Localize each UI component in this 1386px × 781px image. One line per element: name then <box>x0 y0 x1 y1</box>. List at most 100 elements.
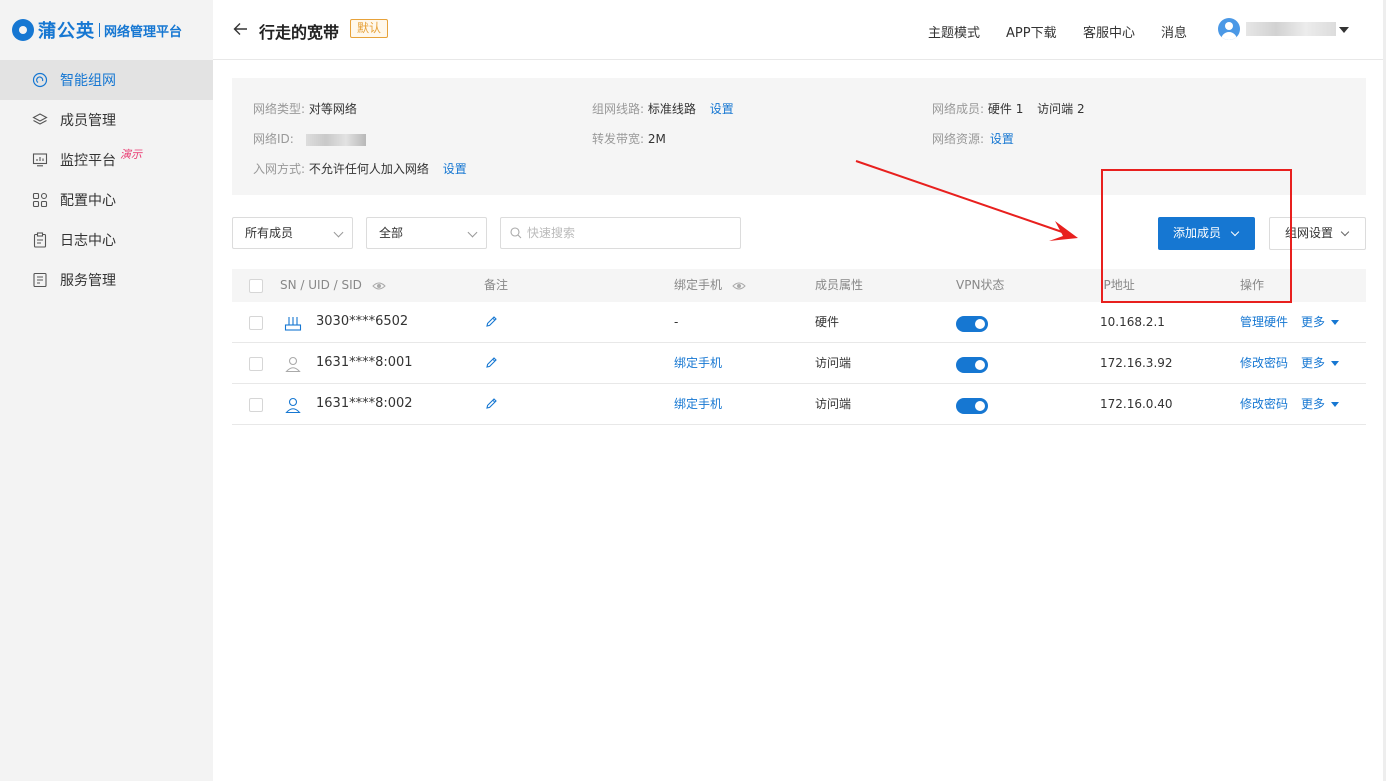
col-attr: 成员属性 <box>815 278 864 292</box>
change-password-link[interactable]: 修改密码 <box>1240 343 1288 383</box>
router-icon <box>284 317 302 331</box>
row-checkbox[interactable] <box>249 398 263 412</box>
route-settings-link[interactable]: 设置 <box>710 102 734 116</box>
network-id: 网络ID: <box>253 130 366 147</box>
username-redacted[interactable] <box>1246 22 1336 36</box>
eye-icon[interactable] <box>372 281 386 291</box>
col-note: 备注 <box>484 278 509 292</box>
sidebar-item-label: 配置中心 <box>60 193 116 209</box>
network-type: 网络类型: 对等网络 <box>253 102 357 116</box>
sidebar-item-label: 监控平台 <box>60 153 116 169</box>
user-blue-icon <box>285 397 301 414</box>
edit-note-icon[interactable] <box>485 397 498 410</box>
sidebar-item-monitor[interactable]: 监控平台 演示 <box>0 140 213 180</box>
sidebar-item-members[interactable]: 成员管理 <box>0 100 213 140</box>
member-ip: 172.16.3.92 <box>1100 356 1173 370</box>
sidebar-item-label: 智能组网 <box>60 73 116 89</box>
col-sn: SN / UID / SID <box>280 269 386 302</box>
member-sn: 3030****6502 <box>316 314 409 329</box>
user-gray-icon <box>285 356 301 373</box>
table-row: 1631****8:002 绑定手机 访问端 172.16.0.40 修改密码 … <box>232 384 1366 425</box>
search-input[interactable] <box>527 224 727 242</box>
grid-icon <box>32 192 48 208</box>
row-checkbox[interactable] <box>249 316 263 330</box>
member-phone: - <box>674 315 679 329</box>
sidebar-nav: 智能组网 成员管理 监控平台 演示 配置中心 日志中心 服务管理 <box>0 60 213 300</box>
join-settings-link[interactable]: 设置 <box>443 162 467 176</box>
chevron-down-icon <box>333 227 344 238</box>
change-password-link[interactable]: 修改密码 <box>1240 384 1288 424</box>
vpn-toggle[interactable] <box>956 357 988 373</box>
network-resources: 网络资源: 设置 <box>932 132 1014 146</box>
resources-settings-link[interactable]: 设置 <box>990 132 1014 146</box>
member-sn: 1631****8:001 <box>316 355 413 370</box>
table-row: 1631****8:001 绑定手机 访问端 172.16.3.92 修改密码 … <box>232 343 1366 384</box>
network-route: 组网线路: 标准线路 设置 <box>592 102 734 116</box>
member-filter-select[interactable]: 所有成员 <box>232 217 353 249</box>
search-icon <box>510 227 522 239</box>
caret-down-icon <box>1331 320 1340 325</box>
manage-hardware-link[interactable]: 管理硬件 <box>1240 302 1288 342</box>
eye-icon[interactable] <box>732 281 746 291</box>
bind-phone-link[interactable]: 绑定手机 <box>674 384 722 424</box>
search-box[interactable] <box>500 217 741 249</box>
forward-bandwidth: 转发带宽: 2M <box>592 132 666 146</box>
vpn-toggle[interactable] <box>956 316 988 332</box>
theme-mode-link[interactable]: 主题模式 <box>928 22 980 41</box>
annotation-highlight-box <box>1101 169 1292 303</box>
dandelion-logo-icon <box>12 19 34 41</box>
messages-link[interactable]: 消息 <box>1161 22 1187 41</box>
join-method: 入网方式: 不允许任何人加入网络 设置 <box>253 162 467 176</box>
member-ip: 10.168.2.1 <box>1100 315 1165 329</box>
edit-note-icon[interactable] <box>485 315 498 328</box>
more-menu[interactable]: 更多 <box>1301 302 1340 342</box>
avatar[interactable] <box>1218 18 1240 40</box>
sidebar-item-services[interactable]: 服务管理 <box>0 260 213 300</box>
clipboard-icon <box>32 232 48 248</box>
caret-down-icon <box>1331 402 1340 407</box>
member-attr: 访问端 <box>815 356 852 370</box>
sidebar-item-label: 服务管理 <box>60 273 116 289</box>
member-attr: 硬件 <box>815 315 840 329</box>
document-icon <box>32 272 48 288</box>
header: 行走的宽带 默认 主题模式 APP下载 客服中心 消息 <box>213 0 1386 60</box>
select-all-checkbox[interactable] <box>249 279 263 293</box>
customer-service-link[interactable]: 客服中心 <box>1083 22 1135 41</box>
network-id-redacted <box>305 133 366 146</box>
vpn-toggle[interactable] <box>956 398 988 414</box>
edit-note-icon[interactable] <box>485 356 498 369</box>
brand-divider <box>99 23 100 37</box>
member-sn: 1631****8:002 <box>316 396 413 411</box>
member-attr: 访问端 <box>815 397 852 411</box>
app-download-link[interactable]: APP下载 <box>1006 22 1057 41</box>
sidebar-item-label: 日志中心 <box>60 233 116 249</box>
sidebar-item-config[interactable]: 配置中心 <box>0 180 213 220</box>
status-filter-select[interactable]: 全部 <box>366 217 487 249</box>
sidebar-item-label: 成员管理 <box>60 113 116 129</box>
network-members: 网络成员: 硬件 1 访问端 2 <box>932 102 1085 116</box>
sidebar-item-logs[interactable]: 日志中心 <box>0 220 213 260</box>
monitor-icon <box>32 152 48 168</box>
member-ip: 172.16.0.40 <box>1100 397 1173 411</box>
smart-network-icon <box>32 72 48 88</box>
page-title: 行走的宽带 <box>259 23 340 42</box>
brand-name: 蒲公英 <box>38 21 95 42</box>
caret-down-icon <box>1331 361 1340 366</box>
brand-logo[interactable]: 蒲公英 网络管理平台 <box>12 16 182 44</box>
col-vpn: VPN状态 <box>956 278 1005 292</box>
bind-phone-link[interactable]: 绑定手机 <box>674 343 722 383</box>
layers-icon <box>32 112 48 128</box>
default-badge: 默认 <box>350 19 389 38</box>
more-menu[interactable]: 更多 <box>1301 343 1340 383</box>
chevron-down-icon <box>467 227 478 238</box>
table-row: 3030****6502 - 硬件 10.168.2.1 管理硬件 更多 <box>232 302 1366 343</box>
brand-subtitle: 网络管理平台 <box>104 24 183 40</box>
caret-down-icon[interactable] <box>1339 27 1349 33</box>
annotation-arrow <box>855 160 1078 241</box>
row-checkbox[interactable] <box>249 357 263 371</box>
more-menu[interactable]: 更多 <box>1301 384 1340 424</box>
chevron-down-icon <box>1340 227 1350 237</box>
back-arrow-icon[interactable] <box>233 20 249 38</box>
sidebar: 蒲公英 网络管理平台 智能组网 成员管理 监控平台 演示 配置中心 日志中心 服… <box>0 0 213 781</box>
sidebar-item-smart-network[interactable]: 智能组网 <box>0 60 213 100</box>
